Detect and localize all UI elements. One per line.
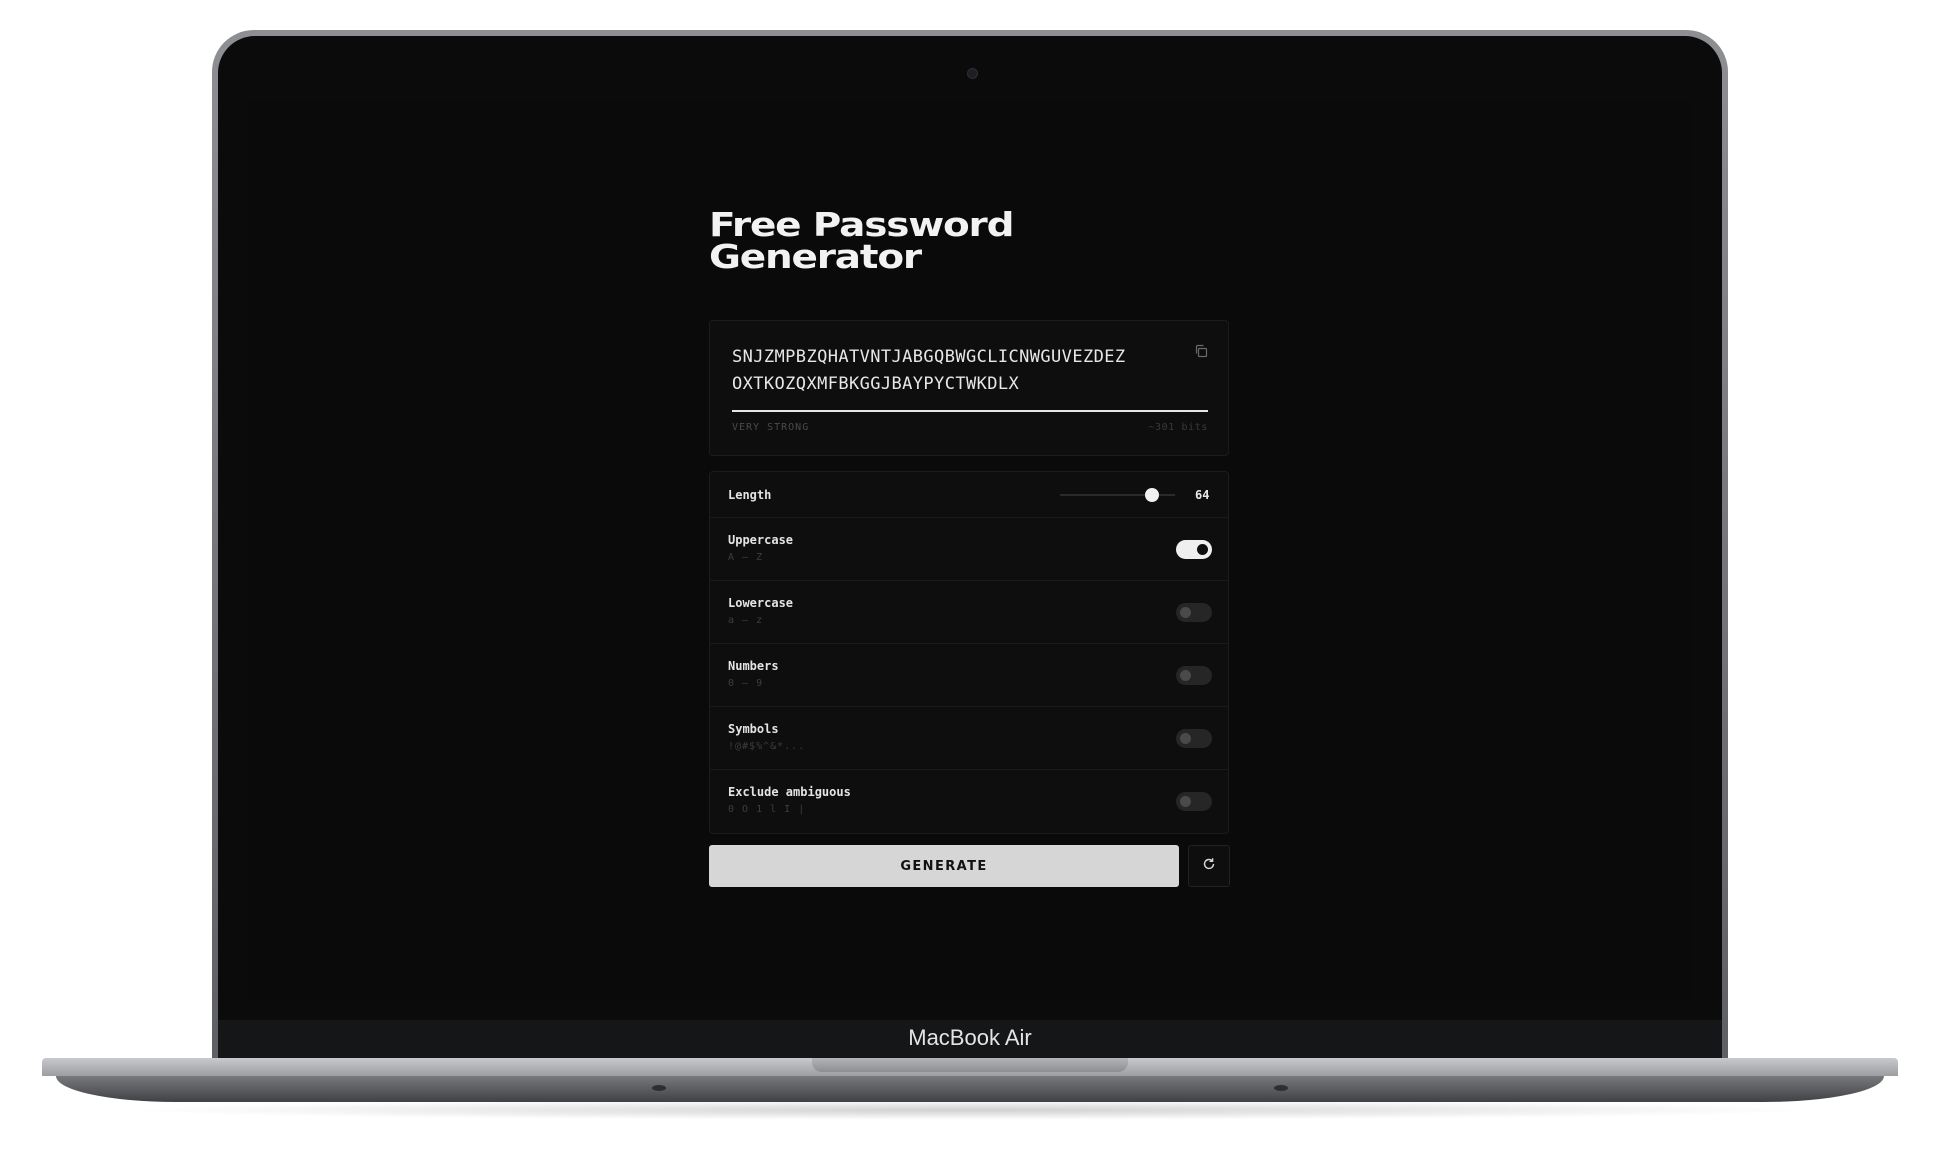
password-line-2: OXTKOZQXMFBKGGJBAYPYCTWKDLX: [732, 374, 1020, 394]
length-row: Length 64: [710, 472, 1228, 518]
option-row-uppercase: Uppercase A – Z: [710, 518, 1228, 581]
option-row-lowercase: Lowercase a – z: [710, 581, 1228, 644]
password-line-1: SNJZMPBZQHATVNTJABGQBWGCLICNWGUVEZDEZ: [732, 347, 1126, 367]
toggle-knob: [1180, 796, 1191, 807]
option-label: Exclude ambiguous: [728, 785, 851, 799]
refresh-button[interactable]: [1188, 845, 1230, 887]
generated-password[interactable]: SNJZMPBZQHATVNTJABGQBWGCLICNWGUVEZDEZ OX…: [732, 344, 1172, 398]
numbers-toggle[interactable]: [1176, 666, 1212, 685]
page-title-line-2: Generator: [709, 237, 922, 276]
page-title: Free Password Generator: [709, 208, 1275, 276]
option-row-exclude-ambiguous: Exclude ambiguous 0 O 1 l I |: [710, 770, 1228, 833]
app-screen: Free Password Generator SNJZMPBZQHATVNTJ…: [248, 99, 1692, 1000]
option-label: Numbers: [728, 659, 779, 673]
laptop-foot: [1274, 1085, 1288, 1091]
length-value: 64: [1195, 488, 1210, 502]
toggle-knob: [1180, 733, 1191, 744]
option-label: Lowercase: [728, 596, 794, 610]
option-sublabel: A – Z: [728, 552, 764, 563]
laptop-foot: [652, 1085, 666, 1091]
option-row-symbols: Symbols !@#$%^&*...: [710, 707, 1228, 770]
uppercase-toggle[interactable]: [1176, 540, 1212, 559]
option-row-numbers: Numbers 0 – 9: [710, 644, 1228, 707]
option-sublabel: 0 O 1 l I |: [728, 804, 806, 815]
entropy-label: ~301 bits: [1148, 422, 1208, 433]
options-panel: Length 64 Uppercase A – Z Lowercase a – …: [709, 471, 1229, 834]
toggle-knob: [1180, 607, 1191, 618]
copy-icon[interactable]: [1194, 344, 1208, 358]
toggle-knob: [1180, 670, 1191, 681]
strength-label: VERY STRONG: [732, 422, 810, 433]
refresh-icon: [1202, 857, 1216, 876]
camera-icon: [967, 68, 978, 79]
length-slider-thumb[interactable]: [1145, 488, 1159, 502]
symbols-toggle[interactable]: [1176, 729, 1212, 748]
option-label: Symbols: [728, 722, 779, 736]
length-slider-track: [1060, 494, 1152, 496]
laptop-base-bottom: [56, 1076, 1884, 1102]
lowercase-toggle[interactable]: [1176, 603, 1212, 622]
laptop-hinge-notch: [812, 1058, 1128, 1072]
option-sublabel: !@#$%^&*...: [728, 741, 806, 752]
option-sublabel: 0 – 9: [728, 678, 764, 689]
password-output-card: SNJZMPBZQHATVNTJABGQBWGCLICNWGUVEZDEZ OX…: [709, 320, 1229, 456]
toggle-knob: [1197, 544, 1208, 555]
length-label: Length: [728, 488, 772, 502]
option-sublabel: a – z: [728, 615, 764, 626]
device-brand-label: MacBook Air: [908, 1025, 1032, 1050]
generate-button[interactable]: GENERATE: [709, 845, 1179, 887]
length-slider[interactable]: [1060, 488, 1175, 502]
laptop-shadow: [120, 1100, 1820, 1120]
strength-meter: [732, 410, 1208, 412]
exclude-ambiguous-toggle[interactable]: [1176, 792, 1212, 811]
option-label: Uppercase: [728, 533, 794, 547]
